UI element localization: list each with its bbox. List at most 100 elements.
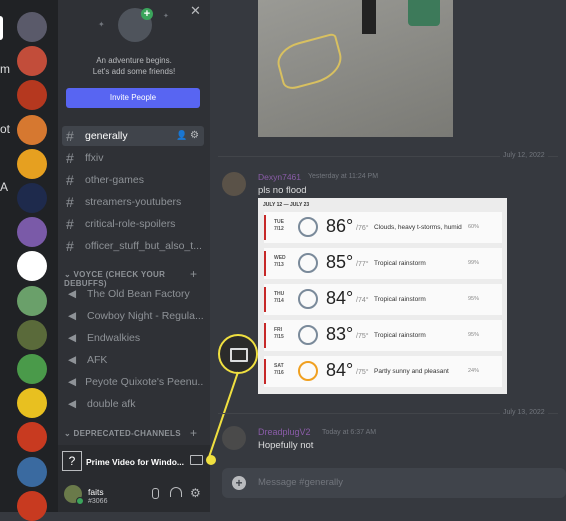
sparkle-icon: ✦: [163, 13, 169, 20]
gear-icon[interactable]: ⚙: [190, 130, 199, 141]
precipitation-chance: 60%: [468, 224, 480, 230]
welcome-line-1: An adventure begins.: [96, 56, 172, 65]
message-text: Hopefully not: [258, 440, 314, 451]
speaker-icon: ◀: [68, 354, 77, 366]
cropped-text: ot: [0, 122, 11, 136]
avatar[interactable]: [222, 426, 246, 450]
weather-description: Tropical rainstorm: [374, 260, 426, 267]
add-channel-icon[interactable]: +: [190, 426, 197, 440]
weather-row-accent: [264, 287, 266, 312]
voice-channel-item[interactable]: ◀ Endwalkies: [62, 328, 204, 348]
chevron-down-icon: ⌄: [64, 270, 72, 279]
server-icon[interactable]: [17, 251, 47, 282]
channel-item[interactable]: # streamers-youtubers: [62, 192, 204, 212]
channel-name: officer_stuff_but_also_t...: [85, 240, 202, 252]
weather-date-range: JULY 12 — JULY 23: [263, 202, 310, 208]
server-icon[interactable]: [17, 354, 47, 384]
photo-trash-bin: [408, 0, 440, 26]
date-divider-label: July 12, 2022: [500, 152, 548, 159]
voice-channel-item[interactable]: ◀ Peyote Quixote's Peenu...: [62, 372, 204, 392]
message-composer[interactable]: + Message #generally: [222, 468, 566, 498]
server-icon[interactable]: [17, 183, 47, 213]
server-icon[interactable]: [17, 285, 47, 316]
channel-name: generally: [85, 130, 128, 142]
screen-share-icon[interactable]: [190, 455, 203, 465]
channel-name: other-games: [85, 174, 144, 186]
channel-item[interactable]: # other-games: [62, 170, 204, 190]
weather-day: SAT 7/16: [274, 363, 284, 376]
add-attachment-icon[interactable]: +: [232, 476, 246, 490]
image-attachment[interactable]: [258, 0, 453, 137]
voice-channel-item[interactable]: ◀ AFK: [62, 350, 204, 370]
precipitation-chance: 95%: [468, 332, 480, 338]
weather-day-row: THU 7/14 84°/74° Tropical rainstorm 95%: [264, 284, 502, 315]
channel-name: AFK: [87, 354, 108, 366]
invite-people-button[interactable]: Invite People: [66, 88, 200, 108]
server-icon[interactable]: [17, 46, 47, 77]
weather-day-row: WED 7/13 85°/77° Tropical rainstorm 99%: [264, 248, 502, 279]
add-channel-icon[interactable]: +: [190, 267, 197, 281]
message-input-placeholder[interactable]: Message #generally: [258, 477, 343, 488]
message-author[interactable]: DreadplugV2: [258, 427, 311, 437]
channel-name: Endwalkies: [87, 332, 141, 344]
server-icon[interactable]: [17, 148, 47, 179]
welcome-panel: + ✦ ✦ ✕ An adventure begins. Let's add s…: [58, 0, 210, 110]
weather-row-accent: [264, 215, 266, 240]
channel-name: critical-role-spoilers: [85, 218, 176, 230]
close-icon[interactable]: ✕: [190, 3, 201, 19]
welcome-line-2: Let's add some friends!: [92, 67, 176, 76]
weather-low-temp: /75°: [356, 333, 369, 340]
deprecated-category-header[interactable]: ⌄ DEPRECATED-CHANNELS: [64, 429, 181, 438]
server-icon[interactable]: [17, 456, 47, 487]
channel-item[interactable]: # ffxiv: [62, 148, 204, 168]
weather-image-attachment[interactable]: JULY 12 — JULY 23 TUE 7/12 86°/76° Clouds, …: [258, 198, 507, 394]
server-icon[interactable]: [17, 217, 47, 248]
hashtag-icon: #: [66, 128, 74, 144]
weather-high-temp: 83°: [326, 324, 354, 344]
server-icon[interactable]: [17, 114, 47, 145]
hashtag-icon: #: [66, 172, 74, 188]
weather-day-row: FRI 7/15 83°/75° Tropical rainstorm 95%: [264, 320, 502, 351]
weather-day: FRI 7/15: [274, 327, 284, 340]
microphone-icon[interactable]: [152, 488, 159, 499]
server-icon[interactable]: [17, 12, 47, 42]
speaker-icon: ◀: [68, 398, 77, 410]
server-icon[interactable]: [17, 80, 47, 111]
screen-share-icon: [230, 348, 248, 362]
speaker-icon: ◀: [68, 288, 77, 300]
weather-row-accent: [264, 323, 266, 348]
weather-description: Clouds, heavy t-storms, humid: [374, 224, 462, 231]
voice-channel-item[interactable]: ◀ Cowboy Night - Regula...: [62, 306, 204, 326]
server-icon[interactable]: [17, 388, 47, 419]
rain-icon: [298, 289, 318, 309]
weather-day-row: TUE 7/12 86°/76° Clouds, heavy t-storms, hu…: [264, 212, 502, 243]
weather-day-row: SAT 7/16 84°/75° Partly sunny and pleasant 2…: [264, 356, 502, 387]
weather-high-temp: 84°: [326, 360, 354, 380]
user-panel: faits #3066 ⚙: [58, 477, 210, 512]
hashtag-icon: #: [66, 216, 74, 232]
weather-high-temp: 86°: [326, 216, 354, 236]
storm-icon: [298, 217, 318, 237]
channel-item[interactable]: # critical-role-spoilers: [62, 214, 204, 234]
message-author[interactable]: Dexyn7461: [258, 172, 301, 182]
add-member-icon[interactable]: 👤: [176, 130, 187, 141]
server-icon[interactable]: [17, 422, 47, 453]
headphones-icon[interactable]: [170, 487, 182, 497]
channel-name: ffxiv: [85, 152, 104, 164]
channel-item[interactable]: # officer_stuff_but_also_t...: [62, 236, 204, 256]
rain-icon: [298, 253, 318, 273]
server-icon[interactable]: [17, 490, 47, 521]
voice-channel-item[interactable]: ◀ The Old Bean Factory: [62, 284, 204, 304]
date-divider-label: July 13, 2022: [500, 409, 548, 416]
weather-description: Partly sunny and pleasant: [374, 368, 449, 375]
message-timestamp: Yesterday at 11:24 PM: [308, 173, 379, 180]
weather-high-temp: 85°: [326, 252, 354, 272]
avatar[interactable]: [222, 172, 246, 196]
weather-high-temp: 84°: [326, 288, 354, 308]
settings-gear-icon[interactable]: ⚙: [190, 486, 201, 500]
server-icon[interactable]: [17, 319, 47, 350]
channel-name: Peyote Quixote's Peenu...: [85, 376, 204, 388]
voice-channel-item[interactable]: ◀ double afk: [62, 394, 204, 414]
speaker-icon: ◀: [68, 376, 77, 388]
activity-panel: ? Prime Video for Windo...: [58, 445, 210, 477]
